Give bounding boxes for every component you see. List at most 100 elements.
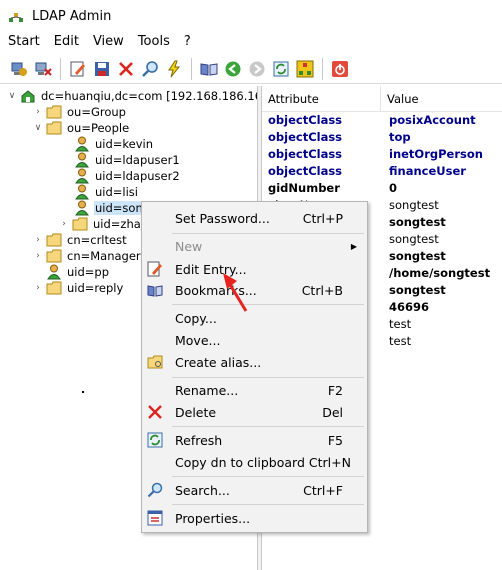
user-icon	[74, 168, 90, 184]
folder-alias-icon	[146, 353, 164, 371]
menu-separator	[172, 504, 364, 505]
forward-button[interactable]	[246, 58, 268, 80]
menu-bar: Start Edit View Tools ?	[0, 32, 502, 52]
expand-chevron-icon[interactable]: ›	[32, 283, 44, 293]
expand-chevron-icon[interactable]: ›	[32, 107, 44, 117]
bookmarks-button[interactable]	[198, 58, 220, 80]
lightning-button[interactable]	[163, 58, 185, 80]
tree-node-uid-pp[interactable]: uid=pp	[46, 264, 110, 280]
exit-icon	[332, 60, 348, 77]
menu-item-label: Delete	[175, 404, 217, 420]
tree-node-root[interactable]: ∨ dc=huanqiu,dc=com [192.168.186.167]	[6, 88, 257, 104]
table-row[interactable]: objectClass inetOrgPerson	[262, 146, 502, 163]
tree-node-uid-kevin[interactable]: uid=kevin	[74, 136, 154, 152]
menu-item-edit-entry[interactable]: Edit Entry...	[142, 258, 367, 280]
menu-item-create-alias[interactable]: Create alias...	[142, 351, 367, 373]
menu-item-shortcut: Ctrl+B	[301, 282, 343, 298]
user-icon	[74, 152, 90, 168]
delete-button[interactable]	[115, 58, 137, 80]
folder-icon	[72, 216, 88, 232]
menu-item-copy[interactable]: Copy...	[142, 307, 367, 329]
tree-label: uid=pp	[67, 265, 110, 279]
server-icon	[20, 88, 36, 104]
menu-item-bookmarks[interactable]: Bookmarks... Ctrl+B	[142, 279, 367, 301]
menu-item-delete[interactable]: Delete Del	[142, 401, 367, 423]
tree-node-cn-crltest[interactable]: › cn=crltest	[32, 232, 128, 248]
disconnect-button[interactable]	[32, 58, 54, 80]
tree-label: uid=reply	[67, 281, 124, 295]
attr-value: songtest	[389, 215, 446, 229]
menu-view[interactable]: View	[86, 32, 131, 52]
user-icon	[74, 136, 90, 152]
refresh-button[interactable]	[270, 58, 292, 80]
menu-tools[interactable]: Tools	[131, 32, 177, 52]
attr-value: financeUser	[389, 164, 466, 178]
connect-button[interactable]	[8, 58, 30, 80]
menu-item-search[interactable]: Search... Ctrl+F	[142, 479, 367, 501]
submenu-arrow-icon: ▶	[350, 241, 357, 251]
menu-item-move[interactable]: Move...	[142, 329, 367, 351]
folder-icon	[46, 104, 62, 120]
tree-label: uid=ldapuser2	[95, 169, 180, 183]
ldap-admin-app-icon	[9, 13, 23, 22]
toolbar	[0, 54, 502, 84]
menu-item-label: Copy dn to clipboard Ctrl+N	[175, 454, 351, 470]
attr-value: songtest	[389, 232, 439, 246]
save-button[interactable]	[91, 58, 113, 80]
menu-item-shortcut: Ctrl+F	[303, 482, 343, 498]
refresh-icon	[146, 431, 164, 449]
tree-node-uid-reply[interactable]: › uid=reply	[32, 280, 124, 296]
table-row[interactable]: objectClass financeUser	[262, 163, 502, 180]
menu-item-copy-dn[interactable]: Copy dn to clipboard Ctrl+N	[142, 451, 367, 473]
attr-value: test	[389, 334, 412, 348]
edit-button[interactable]	[67, 58, 89, 80]
tree-node-uid-ldapuser2[interactable]: uid=ldapuser2	[74, 168, 181, 184]
attr-name: objectClass	[268, 130, 343, 144]
menu-item-label: Bookmarks...	[175, 282, 257, 298]
tree-label: cn=Manager	[67, 249, 141, 263]
tree-node-cn-manager[interactable]: › cn=Manager	[32, 248, 142, 264]
tree-node-uid-lisi[interactable]: uid=lisi	[74, 184, 139, 200]
tree-node-ou-group[interactable]: › ou=Group	[32, 104, 127, 120]
back-button[interactable]	[222, 58, 244, 80]
menu-separator	[172, 304, 364, 305]
tree-node-ou-people[interactable]: ∨ ou=People	[32, 120, 130, 136]
collapse-chevron-icon[interactable]: ∨	[6, 91, 18, 101]
exit-button[interactable]	[329, 58, 351, 80]
bookmarks-icon	[146, 281, 164, 299]
schema-button[interactable]	[294, 58, 316, 80]
menu-edit[interactable]: Edit	[47, 32, 86, 52]
disconnect-icon	[35, 62, 52, 76]
collapse-chevron-icon[interactable]: ∨	[32, 123, 44, 133]
menu-item-set-password[interactable]: Set Password... Ctrl+P	[142, 207, 367, 229]
toolbar-separator	[322, 57, 323, 80]
menu-item-shortcut: Del	[322, 404, 343, 420]
menu-item-label: Refresh	[175, 432, 223, 448]
menu-item-shortcut: Ctrl+P	[302, 210, 343, 226]
tree-label: uid=ldapuser1	[95, 153, 180, 167]
column-header-attribute[interactable]: Attribute	[262, 86, 381, 111]
menu-start[interactable]: Start	[0, 32, 47, 52]
folder-icon	[46, 232, 62, 248]
attr-value: /home/songtest	[389, 266, 491, 280]
column-header-value[interactable]: Value	[381, 86, 419, 111]
menu-item-label: Set Password...	[175, 210, 270, 226]
expand-chevron-icon[interactable]: ›	[32, 251, 44, 261]
menu-separator	[172, 426, 364, 427]
menu-item-rename[interactable]: Rename... F2	[142, 379, 367, 401]
expand-chevron-icon[interactable]: ›	[58, 219, 70, 229]
table-row[interactable]: gidNumber 0	[262, 180, 502, 197]
menu-separator	[172, 377, 364, 378]
tree-node-uid-zhang[interactable]: › uid=zhan	[58, 216, 149, 232]
tree-node-uid-ldapuser1[interactable]: uid=ldapuser1	[74, 152, 181, 168]
menu-help[interactable]: ?	[177, 32, 198, 52]
menu-item-new[interactable]: New ▶	[142, 235, 367, 257]
menu-item-properties[interactable]: Properties...	[142, 507, 367, 529]
folder-icon	[46, 248, 62, 264]
search-button[interactable]	[139, 58, 161, 80]
expand-chevron-icon[interactable]: ›	[32, 235, 44, 245]
back-icon	[225, 61, 241, 76]
table-row[interactable]: objectClass top	[262, 129, 502, 146]
menu-item-refresh[interactable]: Refresh F5	[142, 429, 367, 451]
table-row[interactable]: objectClass posixAccount	[262, 112, 502, 129]
